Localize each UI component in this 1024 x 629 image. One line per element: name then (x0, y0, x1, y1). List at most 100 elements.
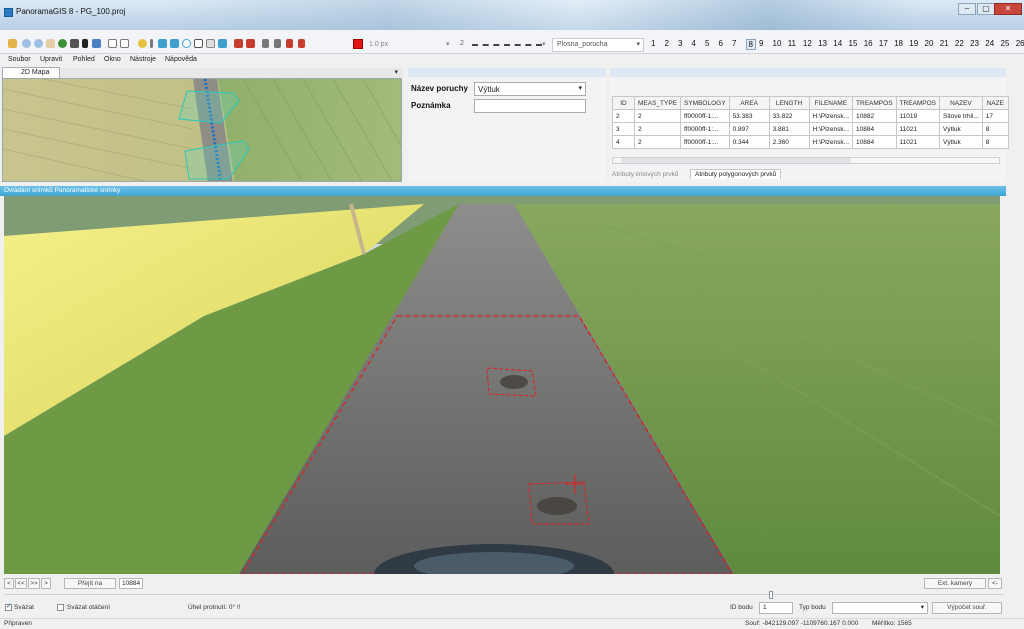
maximize-button[interactable]: ▢ (977, 3, 995, 15)
number-button-7[interactable]: 7 (732, 39, 736, 48)
frame-slider[interactable] (4, 594, 1004, 597)
point-type-select[interactable]: ▾ (832, 602, 928, 614)
col-naze[interactable]: NAZE (981, 96, 1009, 110)
tab-polygon-attributes[interactable]: Atributy polygonových prvků (690, 169, 782, 179)
last-button[interactable]: >> (28, 578, 40, 589)
table-horizontal-scrollbar[interactable] (612, 157, 1000, 164)
number-button-9[interactable]: 9 (759, 39, 763, 48)
menu-soubor[interactable]: Soubor (8, 56, 31, 63)
number-button-22[interactable]: 22 (955, 39, 964, 48)
frame-slider-thumb[interactable] (769, 591, 773, 599)
menu-nastroje[interactable]: Nástroje (130, 56, 156, 63)
snap-icon[interactable] (206, 39, 215, 48)
number-button-14[interactable]: 14 (833, 39, 842, 48)
export-icon[interactable] (234, 39, 243, 48)
col-symbology[interactable]: SYMBOLOGY (680, 96, 730, 110)
line-icon[interactable] (150, 39, 153, 48)
menu-okno[interactable]: Okno (104, 56, 121, 63)
number-button-11[interactable]: 11 (788, 39, 796, 48)
close-button[interactable]: ✕ (994, 3, 1022, 15)
table-row[interactable]: 2 2 ff0000ff-1:... 53.383 33.822 H:\Plze… (612, 109, 1009, 123)
number-button-15[interactable]: 15 (849, 39, 858, 48)
number-button-25[interactable]: 25 (1001, 39, 1010, 48)
number-button-6[interactable]: 6 (719, 39, 723, 48)
col-treampos-1[interactable]: TREAMPOS (852, 96, 897, 110)
number-button-18[interactable]: 18 (894, 39, 903, 48)
number-button-10[interactable]: 10 (773, 39, 782, 48)
attribute-table[interactable]: ID MEAS_TYPE SYMBOLOGY AREA LENGTH FILEN… (612, 96, 1009, 149)
number-button-8[interactable]: 8 (745, 39, 756, 50)
plane-icon[interactable] (92, 39, 101, 48)
col-id[interactable]: ID (612, 96, 635, 110)
pan-hand-icon[interactable] (46, 39, 55, 48)
menu-upravit[interactable]: Upravit (40, 56, 62, 63)
bind-checkbox[interactable]: ✓ (5, 603, 12, 611)
ext-camera-button[interactable]: Ext. kamery (924, 578, 986, 589)
bind-rotation-checkbox[interactable] (57, 604, 64, 611)
save-icon[interactable] (246, 39, 255, 48)
panorama-view[interactable] (4, 196, 1000, 574)
tab-2d-map[interactable]: 2D Mapa (2, 67, 60, 78)
menu-napoveda[interactable]: Nápověda (165, 56, 197, 63)
number-button-19[interactable]: 19 (909, 39, 918, 48)
note-input[interactable] (474, 99, 586, 113)
zoom-out-icon[interactable] (34, 39, 43, 48)
globe-icon[interactable] (58, 39, 67, 48)
table-row[interactable]: 4 2 ff0000ff-1:... 0.344 2.360 H:\Plzens… (612, 135, 1009, 149)
panorama-photo[interactable] (4, 196, 1000, 574)
compute-coords-button[interactable]: Výpočet souř. (932, 602, 1002, 614)
line-style-arrow-icon[interactable]: ▾ (542, 40, 546, 48)
defect-name-select[interactable]: Výtluk ▾ (474, 82, 586, 96)
open-folder-icon[interactable] (8, 39, 17, 48)
number-button-20[interactable]: 20 (925, 39, 934, 48)
zoom-in-icon[interactable] (22, 39, 31, 48)
camera-icon[interactable] (70, 39, 79, 48)
goto-input[interactable]: 10884 (119, 578, 143, 589)
number-button-16[interactable]: 16 (864, 39, 873, 48)
number-button-26[interactable]: 26 (1016, 39, 1024, 48)
first-button[interactable]: << (15, 578, 27, 589)
polygon-icon[interactable] (158, 39, 167, 48)
measure-icon[interactable] (194, 39, 203, 48)
delete-feature-icon[interactable] (298, 39, 305, 48)
edit-polygon-icon[interactable] (170, 39, 179, 48)
number-button-1[interactable]: 1 (651, 39, 655, 48)
next-button[interactable]: > (41, 578, 51, 589)
prev-button[interactable]: < (4, 578, 14, 589)
number-button-21[interactable]: 21 (940, 39, 949, 48)
goto-button[interactable]: Přejít na (64, 578, 116, 589)
line-style-dropdown-arrow[interactable]: ▾ (446, 40, 450, 48)
number-button-2[interactable]: 2 (665, 39, 669, 48)
window-icon[interactable] (120, 39, 129, 48)
crosshair-icon[interactable] (262, 39, 269, 48)
chevron-down-icon[interactable]: ▾ (394, 68, 398, 76)
number-button-24[interactable]: 24 (985, 39, 994, 48)
layers-icon[interactable] (218, 39, 227, 48)
minimize-button[interactable]: – (958, 3, 976, 15)
number-button-12[interactable]: 12 (803, 39, 812, 48)
number-button-5[interactable]: 5 (705, 39, 709, 48)
table-row[interactable]: 3 2 ff0000ff-1:... 0.897 3.881 H:\Plzens… (612, 122, 1009, 136)
number-button-13[interactable]: 13 (818, 39, 827, 48)
point-id-input[interactable]: 1 (759, 602, 793, 614)
col-meas-type[interactable]: MEAS_TYPE (633, 96, 682, 110)
draw-line-icon[interactable] (274, 39, 281, 48)
delete-line-icon[interactable] (286, 39, 293, 48)
aerial-map[interactable] (3, 79, 402, 182)
col-filename[interactable]: FILENAME (808, 96, 854, 110)
map-view[interactable] (2, 78, 402, 182)
select-arrow-icon[interactable] (82, 39, 88, 48)
col-nazev[interactable]: NAZEV (939, 96, 983, 110)
layer-select[interactable]: Plosna_porucha ▾ (552, 38, 644, 52)
tab-line-attributes[interactable]: Atributy liniových prvků (612, 171, 678, 178)
col-length[interactable]: LENGTH (768, 96, 810, 110)
number-button-4[interactable]: 4 (692, 39, 696, 48)
number-button-3[interactable]: 3 (678, 39, 682, 48)
scrollbar-thumb[interactable] (621, 158, 851, 163)
number-button-23[interactable]: 23 (970, 39, 979, 48)
col-area[interactable]: AREA (728, 96, 770, 110)
color-swatch[interactable] (353, 39, 363, 49)
point-icon[interactable] (138, 39, 147, 48)
menu-pohled[interactable]: Pohled (73, 56, 95, 63)
col-treampos-2[interactable]: TREAMPOS (895, 96, 941, 110)
